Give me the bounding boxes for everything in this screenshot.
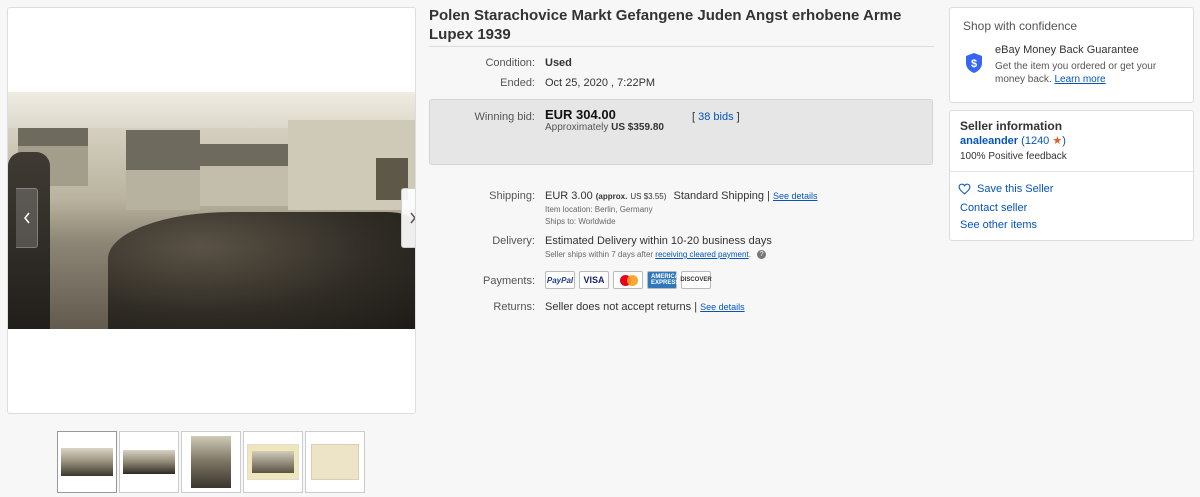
thumbnail-2[interactable] xyxy=(119,431,179,493)
delivery-note: Seller ships within 7 days after receivi… xyxy=(545,250,767,260)
bids-open-bracket: [ xyxy=(692,111,696,123)
ended-label: Ended: xyxy=(500,77,535,89)
returns-text: Seller does not accept returns | xyxy=(545,301,698,313)
thumbnail-image xyxy=(191,436,231,488)
winning-bid-panel xyxy=(429,99,933,165)
positive-feedback: 100% Positive feedback xyxy=(960,151,1067,162)
returns-see-details-link[interactable]: See details xyxy=(700,302,745,312)
seller-divider xyxy=(950,171,1193,172)
delivery-note-suffix: . xyxy=(748,250,751,259)
score-value: 1240 xyxy=(1024,135,1050,147)
ended-value: Oct 25, 2020 , 7:22PM xyxy=(545,77,656,89)
photo-roof xyxy=(200,144,290,166)
thumbnail-3[interactable] xyxy=(181,431,241,493)
star-icon: ★ xyxy=(1052,135,1063,147)
seller-info-heading: Seller information xyxy=(960,119,1063,133)
photo-roof xyxy=(18,128,88,146)
shipping-see-details-link[interactable]: See details xyxy=(773,191,818,201)
item-location: Item location: Berlin, Germany xyxy=(545,205,653,214)
svg-text:$: $ xyxy=(971,58,977,70)
shop-with-confidence-card: Shop with confidence $ eBay Money Back G… xyxy=(949,7,1194,103)
see-other-items-link[interactable]: See other items xyxy=(960,219,1037,231)
contact-seller-link[interactable]: Contact seller xyxy=(960,202,1027,214)
mastercard-logo xyxy=(613,271,643,289)
shipping-label: Shipping: xyxy=(489,190,535,202)
thumbnail-5[interactable] xyxy=(305,431,365,493)
learn-more-link[interactable]: Learn more xyxy=(1054,74,1105,85)
delivery-note-prefix: Seller ships within 7 days after xyxy=(545,250,654,259)
thumbnail-image xyxy=(247,444,299,480)
chevron-right-icon xyxy=(409,212,415,224)
seller-information-card: Seller information analeander (1240 ★) 1… xyxy=(949,110,1194,241)
visa-logo: VISA xyxy=(579,271,609,289)
save-seller-button[interactable]: Save this Seller xyxy=(958,183,1053,195)
delivery-value: Estimated Delivery within 10-20 business… xyxy=(545,235,772,247)
thumbnail-photo xyxy=(252,451,294,473)
shipping-method: Standard Shipping | xyxy=(673,190,770,202)
shipping-cost: EUR 3.00 xyxy=(545,190,593,202)
next-image-button[interactable] xyxy=(401,188,415,248)
shipping-approx-value: US $3.55) xyxy=(630,192,667,201)
thumbnail-image xyxy=(61,448,113,476)
payment-methods: PayPal VISA AMERICAN EXPRESS DISCOVER xyxy=(545,271,712,289)
feedback-score[interactable]: (1240 ★) xyxy=(1021,135,1066,147)
thumbnail-image xyxy=(123,450,175,474)
help-icon[interactable]: ? xyxy=(757,250,767,260)
thumbnail-1[interactable] xyxy=(57,431,117,493)
seller-name-link[interactable]: analeander xyxy=(960,135,1018,147)
discover-logo: DISCOVER xyxy=(680,271,712,289)
chevron-left-icon xyxy=(23,212,30,224)
ships-to: Ships to: Worldwide xyxy=(545,217,616,226)
photo-crowd xyxy=(108,212,415,329)
shipping-value: EUR 3.00 (approx. US $3.55) Standard Shi… xyxy=(545,190,818,202)
bid-history-link[interactable]: 38 bids xyxy=(698,111,733,123)
money-back-guarantee-title: eBay Money Back Guarantee xyxy=(995,44,1139,56)
thumbnail-image xyxy=(311,444,359,480)
winning-bid-approx: Approximately US $359.80 xyxy=(545,122,664,133)
previous-image-button[interactable] xyxy=(16,188,38,248)
save-seller-label: Save this Seller xyxy=(977,183,1054,195)
photo-roof xyxy=(126,130,200,170)
shipping-approx: (approx. xyxy=(595,192,628,201)
thumbnail-4[interactable] xyxy=(243,431,303,493)
item-title: Polen Starachovice Markt Gefangene Juden… xyxy=(429,7,902,43)
money-back-guarantee-text: Get the item you ordered or get your mon… xyxy=(995,60,1185,86)
bids-close-bracket: ] xyxy=(736,111,740,123)
title-divider xyxy=(429,46,934,47)
condition-value: Used xyxy=(545,57,572,69)
photo-house xyxy=(126,170,200,210)
approx-prefix: Approximately xyxy=(545,122,609,133)
main-photo[interactable] xyxy=(8,92,415,329)
approx-value: US $359.80 xyxy=(611,122,664,133)
thumbnail-strip xyxy=(57,431,365,493)
amex-text: AMERICAN EXPRESS xyxy=(651,274,684,286)
photo-house xyxy=(200,166,290,206)
returns-label: Returns: xyxy=(493,301,535,313)
main-image-viewer[interactable] xyxy=(7,7,416,414)
heart-icon xyxy=(958,183,971,195)
amex-logo: AMERICAN EXPRESS xyxy=(647,271,684,289)
returns-value: Seller does not accept returns | See det… xyxy=(545,301,745,313)
delivery-label: Delivery: xyxy=(492,235,535,247)
mastercard-orange-circle xyxy=(627,275,638,286)
score-close: ) xyxy=(1062,135,1066,147)
winning-bid-label: Winning bid: xyxy=(474,111,535,123)
confidence-title: Shop with confidence xyxy=(963,19,1078,33)
photo-building xyxy=(288,120,415,210)
condition-label: Condition: xyxy=(485,57,535,69)
shield-dollar-icon: $ xyxy=(966,53,982,73)
paypal-logo: PayPal xyxy=(545,271,575,289)
bid-count: [ 38 bids ] xyxy=(692,111,740,123)
winning-bid-value: EUR 304.00 xyxy=(545,107,616,122)
seller-name-row: analeander (1240 ★) xyxy=(960,134,1066,147)
payments-label: Payments: xyxy=(483,275,535,287)
cleared-payment-link[interactable]: receiving cleared payment xyxy=(655,250,748,259)
